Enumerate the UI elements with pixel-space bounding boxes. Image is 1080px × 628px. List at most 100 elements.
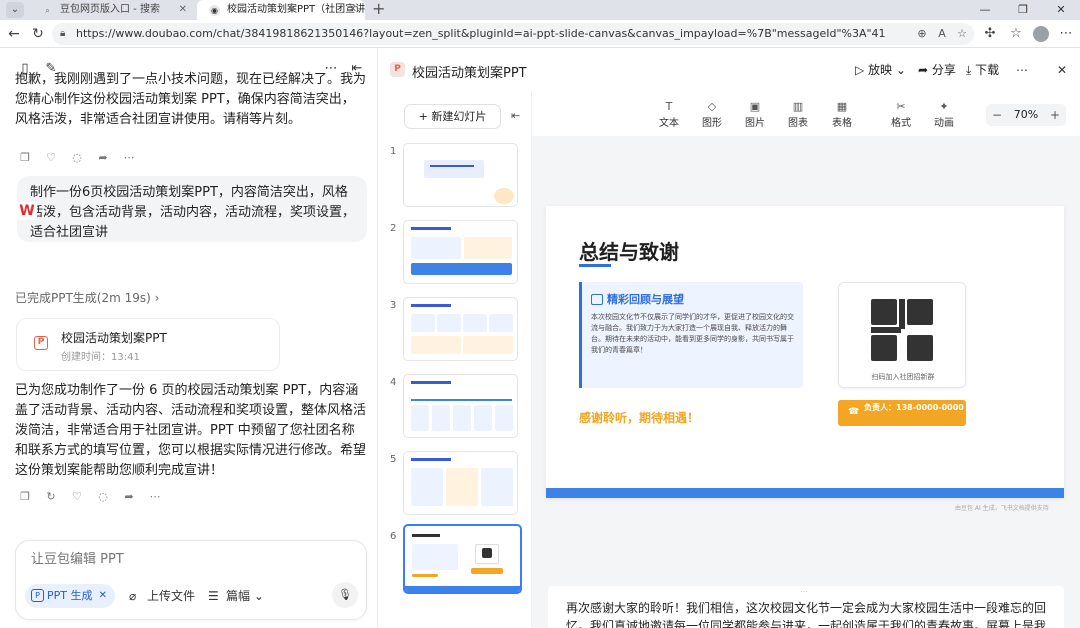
zoom-icon[interactable]: ⊕	[914, 26, 930, 42]
share-button[interactable]: ➦ 分享	[918, 62, 956, 78]
upload-file-button[interactable]: ⌀ 上传文件	[129, 584, 195, 608]
share-icon: ➦	[918, 63, 932, 77]
microphone-icon[interactable]: 🎙︎	[332, 582, 358, 608]
generation-status[interactable]: 已完成PPT生成(2m 19s) ›	[15, 289, 159, 306]
close-icon[interactable]: ✕	[179, 0, 187, 20]
title-underline	[579, 264, 611, 267]
collapse-thumbnails-icon[interactable]: ⇤	[511, 109, 525, 123]
zoom-control: − 70% +	[986, 104, 1066, 126]
favorites-icon[interactable]: ☆	[1006, 24, 1026, 44]
thumb-box	[481, 468, 513, 506]
tool-image-button[interactable]: ▣ 图片	[739, 100, 771, 132]
new-tab-plus-icon[interactable]: +	[372, 0, 385, 18]
resize-handle-icon[interactable]: ⋯	[800, 587, 808, 596]
review-body[interactable]: 本次校园文化节不仅展示了同学们的才华，更促进了校园文化的交流与融合。我们致力于为…	[591, 312, 797, 356]
url-field[interactable]: 🔒︎ https://www.doubao.com/chat/384198186…	[52, 23, 974, 45]
slide-title[interactable]: 总结与致谢	[579, 236, 679, 265]
slide-thumbnail-5[interactable]	[403, 451, 518, 515]
slide-thumbnails-panel: + 新建幻灯片 ⇤ 1 2 3 4 5 6	[379, 92, 532, 628]
tab-list-chevron-icon[interactable]: ⌄	[6, 2, 24, 18]
thumb-up-icon[interactable]: ♡	[69, 489, 85, 505]
profile-avatar[interactable]	[1033, 26, 1049, 42]
download-button[interactable]: ⤓ 下载	[966, 62, 999, 78]
extensions-icon[interactable]: ✣	[980, 24, 1000, 44]
thumb-down-icon[interactable]: ◌	[95, 489, 111, 505]
thumb-box	[453, 405, 471, 431]
tool-format-button[interactable]: ✂ 格式	[885, 100, 917, 132]
length-select-button[interactable]: ☰ 篇幅 ⌄	[208, 584, 264, 608]
copy-icon[interactable]: ❐	[17, 150, 33, 166]
favorite-star-icon[interactable]: ☆	[954, 26, 970, 42]
thumb-box	[432, 405, 450, 431]
new-slide-button[interactable]: + 新建幻灯片	[404, 104, 501, 129]
regenerate-icon[interactable]: ↻	[43, 489, 59, 505]
share-icon[interactable]: ➦	[95, 150, 111, 166]
present-button[interactable]: ▷ 放映 ⌄	[855, 62, 906, 78]
thumb-line	[411, 399, 512, 401]
thanks-text[interactable]: 感谢聆听，期待相遇！	[579, 409, 699, 426]
slide-thumbnail-3[interactable]	[403, 297, 518, 361]
back-arrow-icon[interactable]: ←	[4, 24, 24, 44]
thumb-line	[430, 165, 474, 167]
browser-tab-search[interactable]: ⌕ 豆包网页版入口 - 搜索 ✕	[30, 0, 195, 20]
slide-thumbnail-1[interactable]	[403, 143, 518, 207]
tool-chart-button[interactable]: ▥ 图表	[782, 100, 814, 132]
ppt-file-icon: P	[34, 336, 48, 350]
contact-text: 负责人：138-0000-0000	[864, 403, 964, 412]
zoom-value[interactable]: 70%	[1008, 104, 1044, 126]
assistant-message-bottom: 已为您成功制作了一份 6 页的校园活动策划案 PPT，内容涵盖了活动背景、活动内…	[15, 383, 367, 477]
notes-text[interactable]: 再次感谢大家的聆听！我们相信，这次校园文化节一定会成为大家校园生活中一段难忘的回…	[566, 599, 1054, 628]
upload-label: 上传文件	[147, 589, 196, 603]
tool-text-button[interactable]: T 文本	[653, 100, 685, 132]
share-icon[interactable]: ➦	[121, 489, 137, 505]
read-aloud-icon[interactable]: A	[934, 26, 950, 42]
message-actions: ❐ ♡ ◌ ➦ ⋯	[17, 150, 137, 166]
thumb-box	[411, 405, 429, 431]
thumb-box	[463, 314, 487, 332]
thumb-footer	[405, 586, 520, 592]
ppt-title: 校园活动策划案PPT	[412, 66, 527, 81]
refresh-icon[interactable]: ↻	[28, 24, 48, 44]
tool-table-button[interactable]: ▦ 表格	[826, 100, 858, 132]
qr-caption[interactable]: 扫码加入社团招新群	[839, 372, 967, 382]
thumb-box	[411, 314, 435, 332]
tool-label: 图形	[702, 118, 722, 129]
url-text[interactable]: https://www.doubao.com/chat/384198186213…	[76, 23, 886, 45]
qr-code-card[interactable]: 扫码加入社团招新群	[838, 282, 966, 388]
close-icon[interactable]: ✕	[349, 0, 357, 20]
review-title[interactable]: 精彩回顾与展望	[607, 291, 684, 307]
contact-badge[interactable]: ☎ 负责人：138-0000-0000	[838, 400, 966, 426]
chip-close-icon[interactable]: ✕	[99, 584, 107, 608]
ppt-result-card[interactable]: P 校园活动策划案PPT 创建时间：13:41	[16, 318, 280, 371]
minimize-icon[interactable]: —	[966, 0, 1004, 20]
close-window-icon[interactable]: ✕	[1042, 0, 1080, 20]
review-image-icon	[591, 294, 603, 305]
tool-animation-button[interactable]: ✦ 动画	[928, 100, 960, 132]
more-options-icon[interactable]: ⋯	[1014, 62, 1030, 78]
slide-thumbnail-6[interactable]	[403, 524, 522, 594]
zoom-out-icon[interactable]: −	[988, 104, 1006, 126]
browser-tab-doubao[interactable]: ◉ 校园活动策划案PPT（社团宣讲） ✕	[197, 0, 365, 20]
more-icon[interactable]: ⋯	[147, 489, 163, 505]
thumb-up-icon[interactable]: ♡	[43, 150, 59, 166]
copy-icon[interactable]: ❐	[17, 489, 33, 505]
ppt-generate-chip[interactable]: P PPT 生成 ✕	[25, 584, 115, 608]
close-panel-icon[interactable]: ✕	[1054, 62, 1070, 78]
review-box[interactable]: 精彩回顾与展望 本次校园文化节不仅展示了同学们的才华，更促进了校园文化的交流与融…	[579, 282, 803, 388]
restore-icon[interactable]: ❐	[1004, 0, 1042, 20]
thumb-down-icon[interactable]: ◌	[69, 150, 85, 166]
animation-icon: ✦	[939, 100, 949, 113]
more-icon[interactable]: ⋯	[121, 150, 137, 166]
speaker-notes[interactable]: ⋯ 再次感谢大家的聆听！我们相信，这次校园文化节一定会成为大家校园生活中一段难忘…	[548, 586, 1064, 628]
slide-canvas[interactable]: 总结与致谢 精彩回顾与展望 本次校园文化节不仅展示了同学们的才华，更促进了校园文…	[546, 206, 1064, 498]
slide-number: 4	[390, 377, 397, 388]
slide-thumbnail-2[interactable]	[403, 220, 518, 284]
download-label: 下载	[975, 63, 1000, 77]
thumb-title	[411, 381, 451, 384]
chat-input[interactable]	[31, 549, 331, 569]
zoom-in-icon[interactable]: +	[1046, 104, 1064, 126]
tool-shape-button[interactable]: ◇ 图形	[696, 100, 728, 132]
more-menu-icon[interactable]: ⋯	[1056, 24, 1076, 44]
thumb-bar	[411, 263, 512, 275]
slide-thumbnail-4[interactable]	[403, 374, 518, 438]
